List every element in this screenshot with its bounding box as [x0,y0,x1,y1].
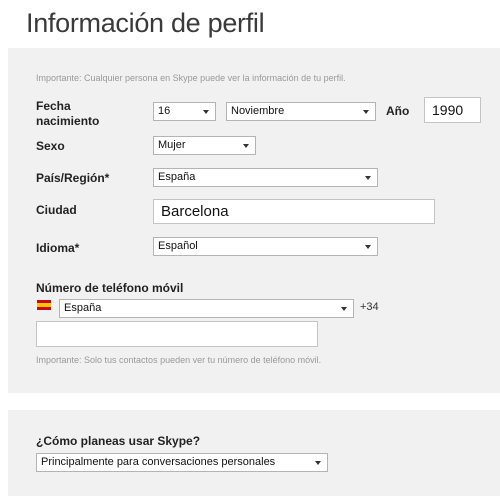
phone-country-select[interactable]: España [59,299,354,318]
usage-label: ¿Cómo planeas usar Skype? [36,434,201,448]
language-label: Idioma* [36,241,80,255]
city-label: Ciudad [36,203,77,217]
profile-visibility-note: Importante: Cualquier persona en Skype p… [36,73,346,83]
gender-select[interactable]: Mujer [153,136,256,155]
phone-visibility-note: Importante: Solo tus contactos pueden ve… [36,355,322,365]
usage-select[interactable]: Principalmente para conversaciones perso… [36,453,328,472]
gender-label: Sexo [36,139,65,153]
phone-number-input[interactable] [36,321,318,347]
mobile-phone-label: Número de teléfono móvil [36,281,184,295]
phone-country-prefix: +34 [360,301,379,313]
usage-value: Principalmente para conversaciones perso… [41,456,276,468]
country-label: País/Región* [36,171,110,185]
chevron-down-icon [243,144,249,148]
birth-day-select[interactable]: 16 [153,102,216,121]
birth-date-label: Fecha nacimiento [36,99,100,128]
chevron-down-icon [203,110,209,114]
page-title: Información de perfil [26,8,265,38]
language-value: Español [158,240,198,252]
gender-value: Mujer [158,139,186,151]
birth-day-value: 16 [158,105,171,117]
birth-month-select[interactable]: Noviembre [226,102,376,121]
city-input[interactable]: Barcelona [153,199,435,224]
chevron-down-icon [341,307,347,311]
country-value: España [158,171,196,183]
chevron-down-icon [315,461,321,465]
language-select[interactable]: Español [153,237,378,256]
year-label: Año [386,104,410,118]
chevron-down-icon [365,245,371,249]
spain-flag-icon [37,300,51,310]
phone-country-value: España [64,302,102,314]
country-select[interactable]: España [153,168,378,187]
birth-month-value: Noviembre [231,105,285,117]
chevron-down-icon [363,110,369,114]
birth-year-input[interactable]: 1990 [424,97,481,123]
chevron-down-icon [365,176,371,180]
